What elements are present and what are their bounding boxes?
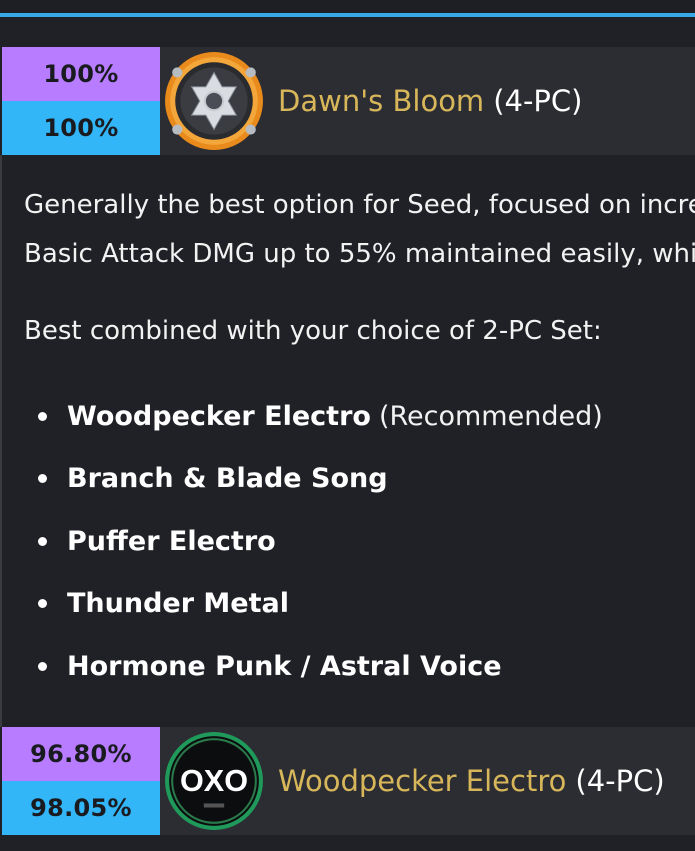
dawns-bloom-icon — [160, 47, 268, 155]
option-name: Hormone Punk / Astral Voice — [67, 650, 502, 682]
bullet-icon — [38, 599, 47, 609]
option-name: Woodpecker Electro — [67, 400, 371, 432]
woodpecker-electro-icon: OXO — [160, 727, 268, 835]
list-item: Branch & Blade Song — [38, 448, 603, 511]
set-piece-count: (4-PC) — [493, 84, 583, 118]
percentage-column: 100% 100% — [2, 47, 160, 155]
percentage-bottom: 100% — [2, 101, 160, 155]
set-name: Dawn's Bloom — [278, 84, 485, 118]
list-item: Thunder Metal — [38, 573, 603, 636]
set-name: Woodpecker Electro — [278, 764, 567, 798]
set-description: Generally the best option for Seed, focu… — [24, 181, 695, 279]
option-name: Branch & Blade Song — [67, 463, 388, 495]
oxo-logo-text: OXO — [180, 764, 248, 798]
option-note: (Recommended) — [378, 400, 603, 432]
set-piece-count: (4-PC) — [575, 764, 665, 798]
description-line-2: Basic Attack DMG up to 55% maintained ea… — [24, 239, 695, 269]
bullet-icon — [38, 661, 47, 671]
set-header-dawns-bloom[interactable]: 100% 100% Dawn's Bloom (4-PC) — [2, 47, 695, 155]
spacer — [0, 17, 695, 47]
list-item: Woodpecker Electro (Recommended) — [38, 385, 603, 448]
list-item: Puffer Electro — [38, 510, 603, 573]
set-title: Dawn's Bloom (4-PC) — [268, 47, 582, 155]
percentage-top: 100% — [2, 47, 160, 101]
percentage-column: 96.80% 98.05% — [2, 727, 160, 835]
bullet-icon — [38, 536, 47, 546]
top-bar — [0, 0, 695, 13]
percentage-top: 96.80% — [2, 727, 160, 781]
option-name: Thunder Metal — [67, 588, 289, 620]
bullet-icon — [38, 474, 47, 484]
option-name: Puffer Electro — [67, 525, 276, 557]
set-title: Woodpecker Electro (4-PC) — [268, 727, 665, 835]
list-item: Hormone Punk / Astral Voice — [38, 635, 603, 698]
combo-text: Best combined with your choice of 2-PC S… — [24, 316, 602, 346]
two-piece-options-list: Woodpecker Electro (Recommended) Branch … — [38, 385, 603, 698]
bottom-spacer — [0, 835, 695, 851]
set-header-woodpecker-electro[interactable]: 96.80% 98.05% OXO Woodpecker Electro (4-… — [2, 727, 695, 835]
description-line-1: Generally the best option for Seed, focu… — [24, 190, 695, 220]
set-description-panel: Generally the best option for Seed, focu… — [0, 155, 695, 727]
percentage-bottom: 98.05% — [2, 781, 160, 835]
bullet-icon — [38, 411, 47, 421]
